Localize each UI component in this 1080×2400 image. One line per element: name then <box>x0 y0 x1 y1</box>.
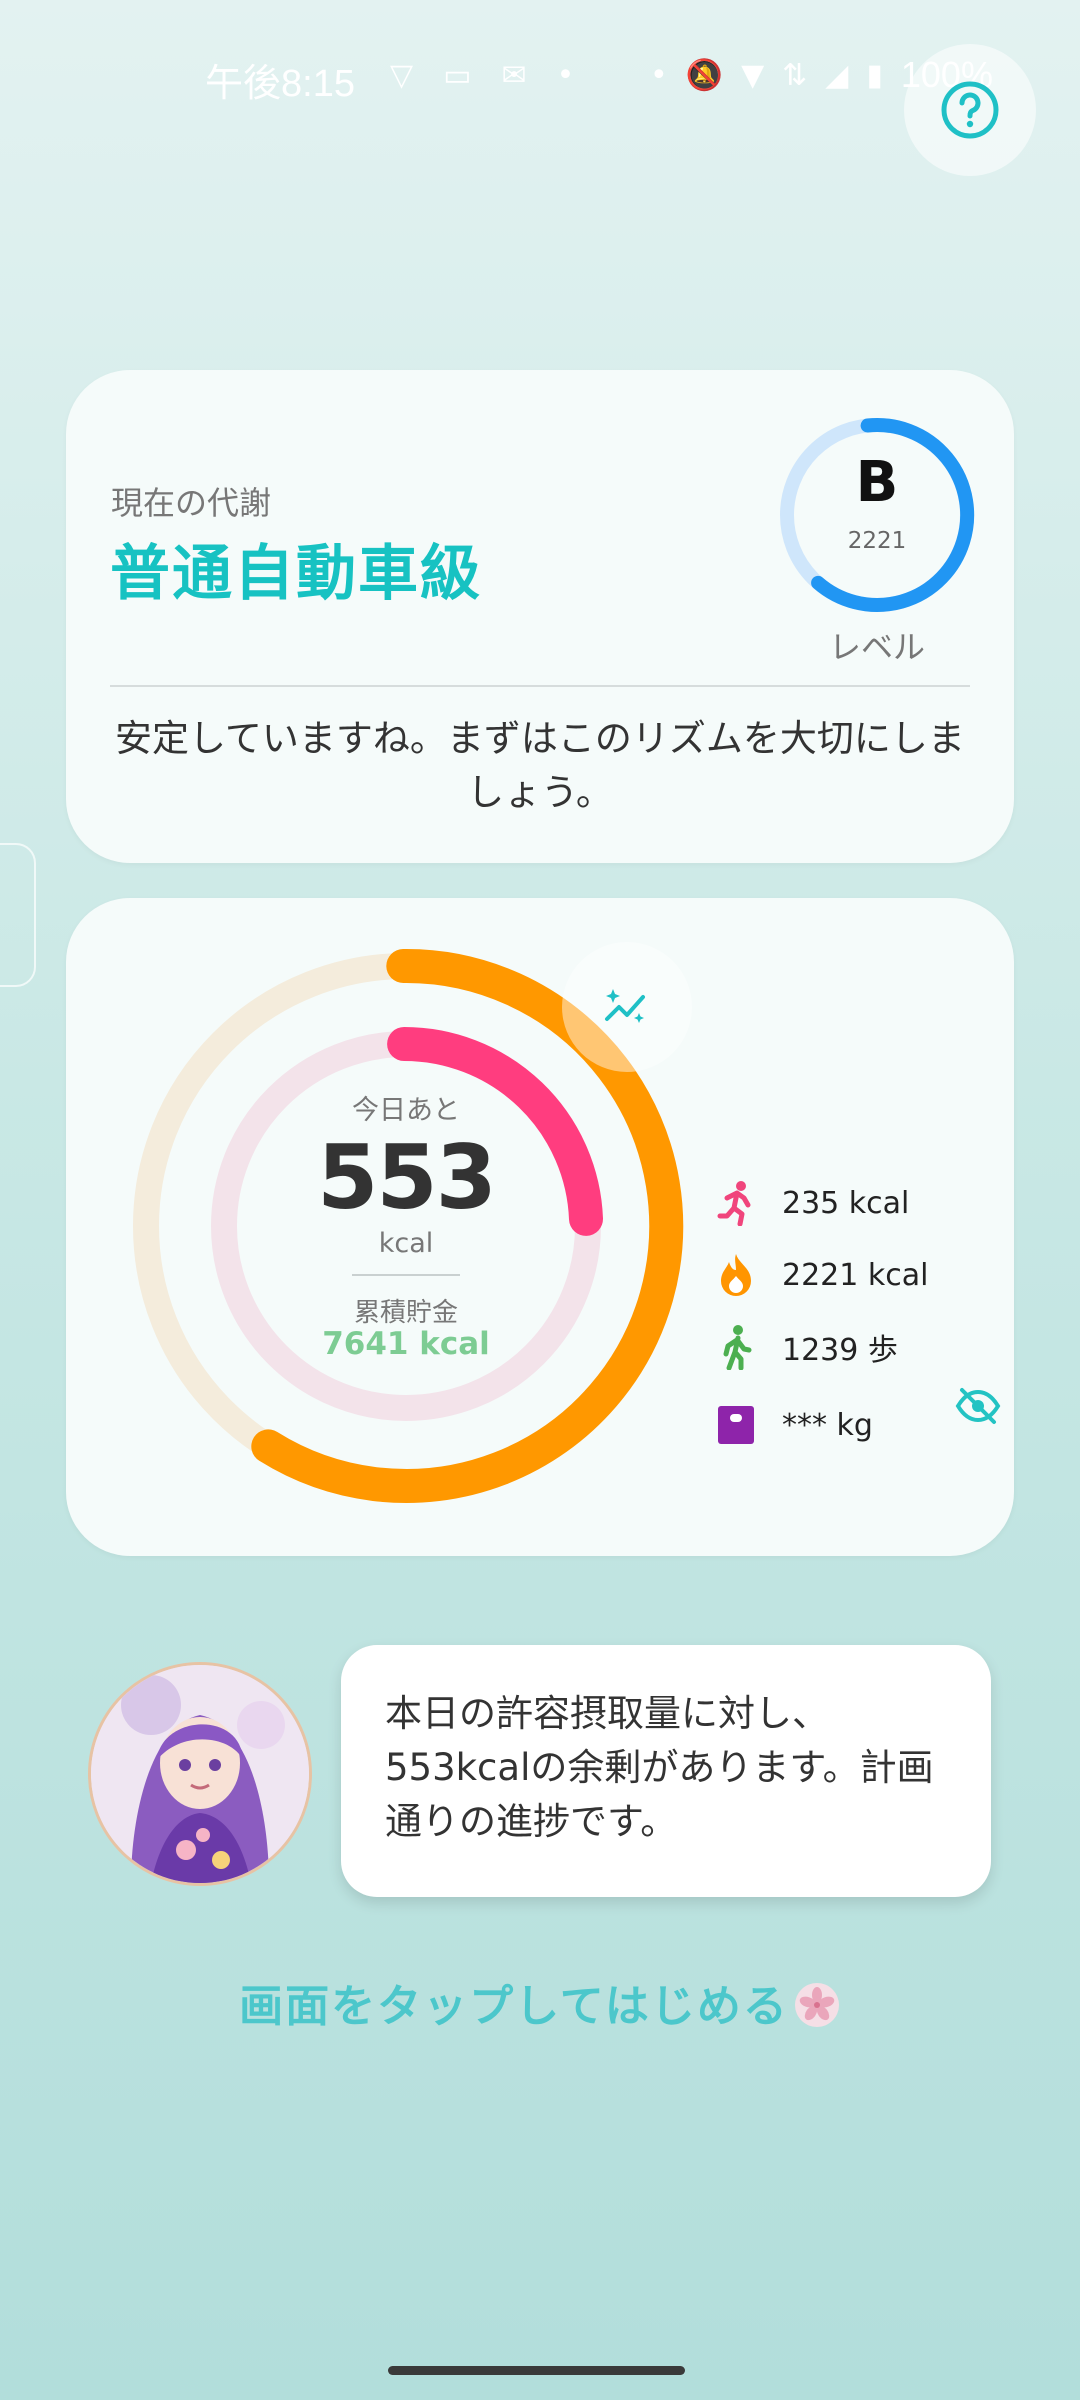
tap-to-start[interactable]: 画面をタップしてはじめる <box>0 1970 1080 2034</box>
stat-burned: 2221 kcal <box>716 1252 928 1298</box>
signal-icon: ◢ <box>825 57 849 93</box>
remaining-unit: kcal <box>378 1228 434 1259</box>
stat-steps: 1239 歩 <box>716 1324 898 1370</box>
metabolism-message: 安定していますね。まずはこのリズムを大切にしましょう。 <box>115 717 965 814</box>
metabolism-card[interactable]: 現在の代謝 普通自動車級 B 2221 レベル 安定していますね。まずはこのリズ… <box>66 370 1014 863</box>
level-caption: レベル <box>828 628 925 666</box>
status-time: 午後8:15 <box>205 63 355 105</box>
data-icon: ⇅ <box>782 57 808 93</box>
assistant-avatar[interactable] <box>88 1662 312 1886</box>
insight-button[interactable] <box>562 942 692 1072</box>
stat-exercise-value: 235 kcal <box>782 1185 910 1221</box>
level-letter: B <box>855 450 899 515</box>
level-value: 2221 <box>847 528 907 554</box>
savings-value: 7641 kcal <box>322 1326 490 1362</box>
stat-burned-value: 2221 kcal <box>782 1257 929 1293</box>
stat-exercise: 235 kcal <box>716 1180 909 1226</box>
help-icon <box>941 81 999 139</box>
metabolism-label: 現在の代謝 <box>111 484 272 522</box>
dot-icon: • <box>556 58 575 93</box>
side-drawer-handle[interactable] <box>0 843 36 987</box>
remaining-label: 今日あと <box>352 1095 460 1126</box>
image-icon: ▭ <box>443 58 472 93</box>
battery-icon: ▮ <box>866 57 883 93</box>
running-icon <box>716 1180 756 1226</box>
remaining-value: 553 <box>317 1126 497 1229</box>
assistant-message: 本日の許容摂取量に対し、553kcalの余剰があります。計画通りの進捗です。 <box>385 1692 934 1843</box>
calorie-summary-card[interactable]: 今日あと 553 kcal 累積貯金 7641 kcal 235 kcal 22… <box>66 898 1014 1556</box>
assistant-speech-bubble: 本日の許容摂取量に対し、553kcalの余剰があります。計画通りの進捗です。 <box>341 1645 991 1897</box>
stat-steps-value: 1239 歩 <box>782 1333 898 1368</box>
scale-icon <box>716 1402 756 1448</box>
mute-icon: 🔕 <box>685 57 724 93</box>
level-ring <box>780 418 975 612</box>
vpn-icon: ▽ <box>390 58 414 93</box>
flame-icon <box>716 1252 756 1298</box>
home-indicator[interactable] <box>388 2366 685 2375</box>
notification-icons: ▽ ▭ ✉ • <box>390 58 574 93</box>
stat-weight: *** kg <box>716 1388 1001 1448</box>
avatar-illustration <box>91 1665 309 1883</box>
center-divider <box>352 1274 460 1276</box>
sparkle-trend-icon <box>605 989 645 1023</box>
help-button[interactable] <box>904 44 1036 176</box>
sakura-icon <box>794 1983 839 2027</box>
mail-icon: ✉ <box>501 58 527 93</box>
tap-to-start-label: 画面をタップしてはじめる <box>239 1981 789 2032</box>
eye-off-icon[interactable] <box>954 1386 1002 1426</box>
wifi-icon: ▼ <box>741 57 765 93</box>
walking-icon <box>716 1324 756 1370</box>
dot-icon: • <box>650 57 668 93</box>
savings-label: 累積貯金 <box>353 1298 458 1328</box>
metabolism-title: 普通自動車級 <box>110 539 482 609</box>
divider <box>110 685 970 687</box>
stat-weight-value: *** kg <box>782 1407 873 1443</box>
